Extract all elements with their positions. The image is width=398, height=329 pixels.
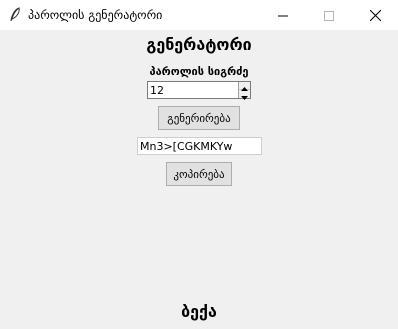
password-length-spinbox[interactable]: [147, 81, 251, 100]
author-label: ბექა: [181, 302, 217, 321]
title-bar: პაროლის გენერატორი: [0, 0, 398, 30]
feather-icon: [8, 7, 22, 23]
minimize-icon: [278, 6, 288, 25]
maximize-icon: [324, 6, 334, 25]
window-title: პაროლის გენერატორი: [28, 8, 163, 22]
password-output-field[interactable]: [137, 137, 262, 155]
maximize-button[interactable]: [306, 0, 352, 30]
spinbox-arrows: [238, 82, 250, 100]
spin-down-button[interactable]: [239, 90, 250, 100]
generate-button[interactable]: გენერირება: [158, 106, 240, 130]
arrow-down-icon: [241, 85, 248, 104]
page-title: გენერატორი: [146, 35, 252, 54]
copy-button[interactable]: კოპირება: [166, 162, 232, 186]
password-length-label: პაროლის სიგრძე: [149, 65, 249, 78]
close-icon: [369, 6, 381, 25]
minimize-button[interactable]: [260, 0, 306, 30]
password-length-input[interactable]: [150, 83, 238, 97]
close-button[interactable]: [352, 0, 398, 30]
